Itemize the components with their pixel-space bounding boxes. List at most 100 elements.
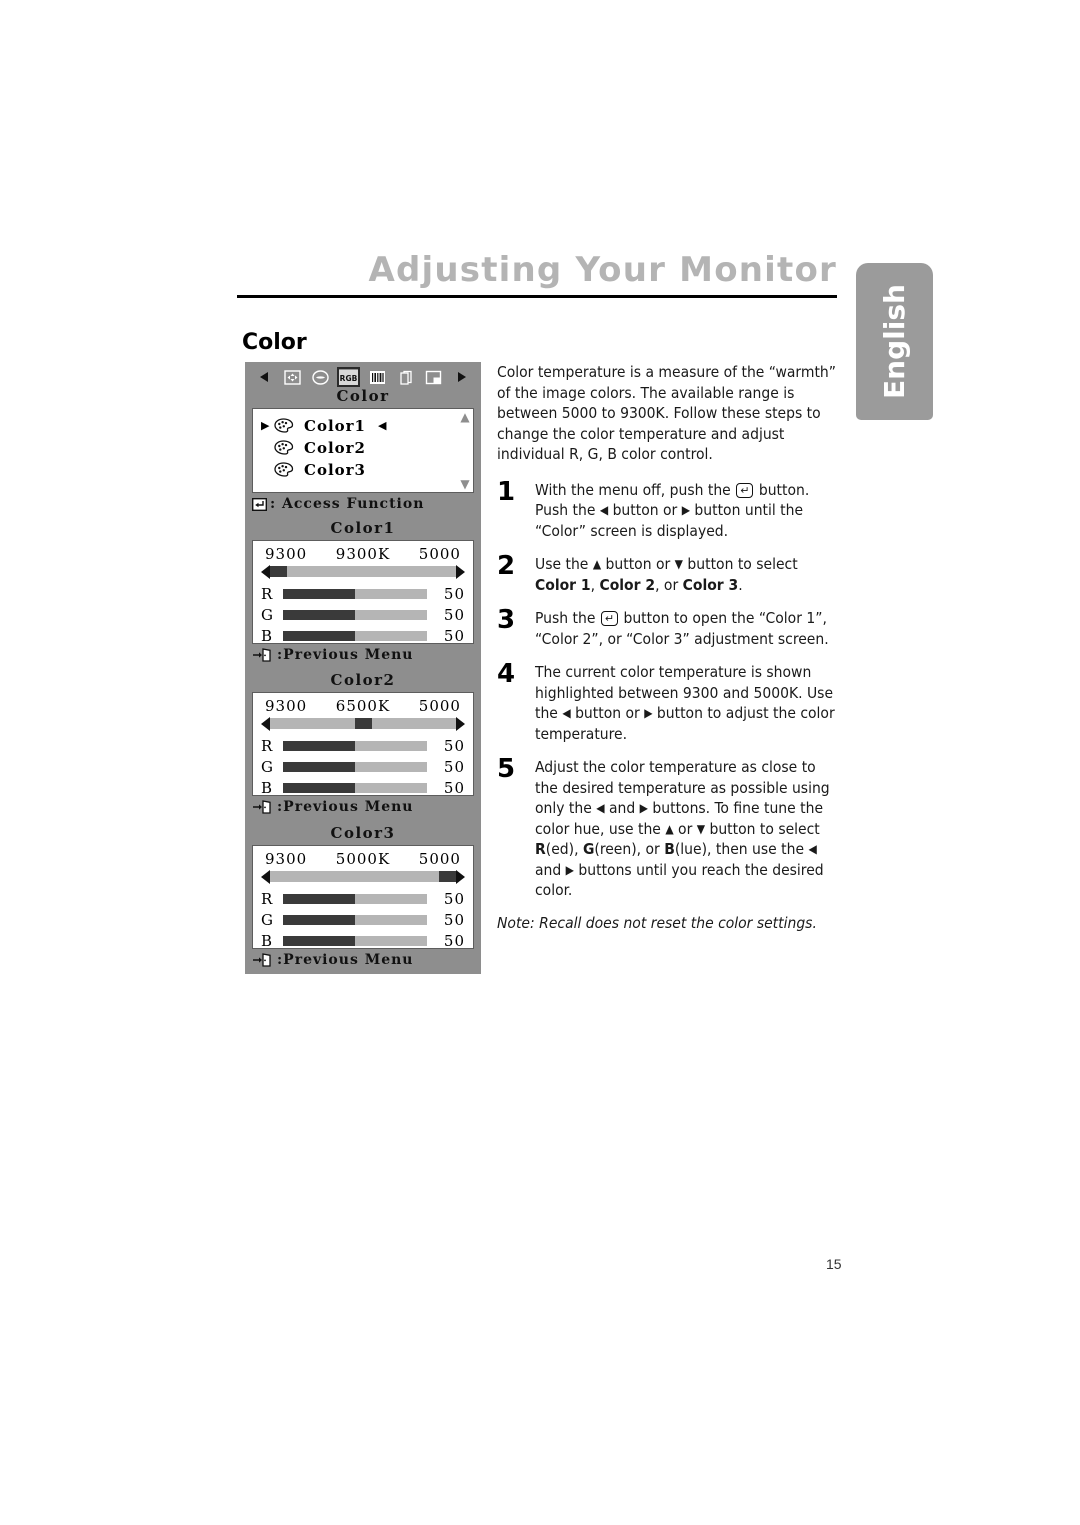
rgb-value: 50 — [443, 911, 465, 929]
header-divider — [237, 294, 837, 298]
section-heading: Color — [242, 330, 307, 355]
temperature-scale: 9300 5000K 5000 — [261, 850, 465, 868]
temperature-thumb[interactable] — [270, 566, 287, 577]
rgb-row-green[interactable]: G 50 — [261, 910, 465, 931]
rgb-track[interactable] — [283, 741, 427, 751]
rgb-track[interactable] — [283, 894, 427, 904]
osd-panel-footer: :Previous Menu — [252, 949, 474, 970]
rgb-fill — [283, 894, 355, 904]
left-arrow-icon[interactable] — [255, 369, 274, 385]
rgb-track[interactable] — [283, 589, 427, 599]
shape-icon[interactable] — [311, 369, 330, 385]
step-text: With the menu off, push the ↵ button. Pu… — [535, 480, 842, 542]
osd-panel-body: 9300 6500K 5000 R 50 G 50 B 50 — [252, 691, 474, 799]
rgb-track[interactable] — [283, 936, 427, 946]
moire-icon[interactable] — [368, 369, 387, 385]
rgb-fill — [283, 915, 355, 925]
rgb-row-green[interactable]: G 50 — [261, 757, 465, 778]
rgb-value: 50 — [443, 932, 465, 950]
step-text-run: (reen), or — [594, 840, 665, 858]
temperature-slider[interactable] — [261, 869, 465, 885]
step-text-run: or — [673, 819, 697, 838]
rgb-row-blue[interactable]: B 50 — [261, 626, 465, 647]
temperature-track[interactable] — [270, 718, 456, 729]
osd-main-menu: RGB Color ▶ Color1 ◀ Color2 Color3 ▲ ▼:… — [245, 362, 481, 518]
osd-panel-footer: :Previous Menu — [252, 796, 474, 817]
step-text-run: buttons until you reach the desired colo… — [535, 860, 824, 900]
decrease-arrow-icon[interactable] — [261, 869, 270, 884]
step-text: Use the ▲ button or ▼ button to select C… — [535, 554, 842, 595]
temperature-track[interactable] — [270, 566, 456, 577]
enter-key-icon: ↵ — [736, 482, 754, 498]
scroll-up-icon[interactable]: ▲ — [460, 411, 469, 423]
position-icon[interactable] — [283, 369, 302, 385]
step-text-run: (lue), then use the — [674, 840, 809, 858]
temperature-slider[interactable] — [261, 564, 465, 580]
exit-door-icon — [252, 648, 274, 662]
rgb-track[interactable] — [283, 631, 427, 641]
step-number: 2 — [497, 551, 516, 581]
direction-arrow-icon: ▲ — [665, 821, 674, 836]
step-item: 2 Use the ▲ button or ▼ button to select … — [497, 551, 842, 595]
scroll-down-icon[interactable]: ▼ — [460, 478, 469, 490]
direction-arrow-icon: ▶ — [644, 706, 653, 720]
rgb-track[interactable] — [283, 762, 427, 772]
svg-text:RGB: RGB — [340, 374, 358, 383]
decrease-arrow-icon[interactable] — [261, 716, 270, 731]
palette-icon — [274, 440, 298, 455]
palette-icon — [274, 462, 298, 477]
osd-main-list: ▶ Color1 ◀ Color2 Color3 ▲ ▼ — [252, 407, 474, 493]
rgb-row-red[interactable]: R 50 — [261, 889, 465, 910]
save-recall-icon[interactable] — [424, 369, 443, 385]
temperature-slider[interactable] — [261, 716, 465, 732]
rgb-value: 50 — [443, 585, 465, 603]
list-item-label: Color1 — [304, 416, 366, 435]
temp-current-label: 5000K — [335, 849, 391, 868]
rgb-row-blue[interactable]: B 50 — [261, 931, 465, 952]
step-text-run: button or — [570, 704, 645, 722]
direction-arrow-icon: ▶ — [639, 801, 648, 815]
decrease-arrow-icon[interactable] — [261, 564, 270, 579]
rgb-row-blue[interactable]: B 50 — [261, 778, 465, 799]
increase-arrow-icon[interactable] — [456, 564, 465, 579]
step-number: 4 — [497, 659, 516, 689]
temperature-thumb[interactable] — [354, 718, 372, 729]
rgb-label: R — [261, 737, 273, 755]
osd-color1-panel: Color1 9300 9300K 5000 R 50 G 50 B 50:P… — [245, 515, 481, 669]
direction-arrow-icon: ▲ — [592, 557, 602, 571]
step-number: 3 — [497, 605, 516, 635]
increase-arrow-icon[interactable] — [456, 869, 465, 884]
list-item[interactable]: Color3 — [261, 459, 469, 481]
rgb-fill — [283, 741, 355, 751]
osd-pages-icon[interactable] — [396, 369, 415, 385]
rgb-track[interactable] — [283, 610, 427, 620]
right-arrow-icon[interactable] — [452, 369, 471, 385]
rgb-track[interactable] — [283, 783, 427, 793]
exit-door-icon — [252, 800, 274, 814]
temperature-track[interactable] — [270, 871, 456, 882]
rgb-label: B — [261, 627, 273, 645]
rgb-track[interactable] — [283, 915, 427, 925]
step-text-run: button to select — [682, 555, 798, 573]
rgb-fill — [283, 936, 355, 946]
rgb-label: G — [261, 606, 273, 624]
rgb-row-red[interactable]: R 50 — [261, 584, 465, 605]
increase-arrow-icon[interactable] — [456, 716, 465, 731]
temp-current-label: 9300K — [335, 544, 391, 563]
temp-max-label: 5000 — [418, 544, 461, 563]
rgb-icon[interactable]: RGB — [337, 367, 361, 387]
list-item[interactable]: Color2 — [261, 437, 469, 459]
list-item[interactable]: ▶ Color1 ◀ — [261, 415, 469, 437]
rgb-row-red[interactable]: R 50 — [261, 736, 465, 757]
osd-panel-body: 9300 9300K 5000 R 50 G 50 B 50 — [252, 539, 474, 647]
note-text: Note: Recall does not reset the color se… — [497, 913, 817, 932]
osd-panel-footer: :Previous Menu — [252, 644, 474, 665]
list-item-label: Color2 — [304, 438, 366, 457]
temp-min-label: 9300 — [265, 696, 308, 715]
temperature-thumb[interactable] — [439, 871, 456, 882]
scrollbar[interactable]: ▲ ▼ — [459, 411, 471, 490]
osd-panel-title: Color1 — [330, 519, 396, 537]
rgb-row-green[interactable]: G 50 — [261, 605, 465, 626]
temperature-scale: 9300 6500K 5000 — [261, 697, 465, 715]
step-item: 1 With the menu off, push the ↵ button. P… — [497, 479, 842, 542]
